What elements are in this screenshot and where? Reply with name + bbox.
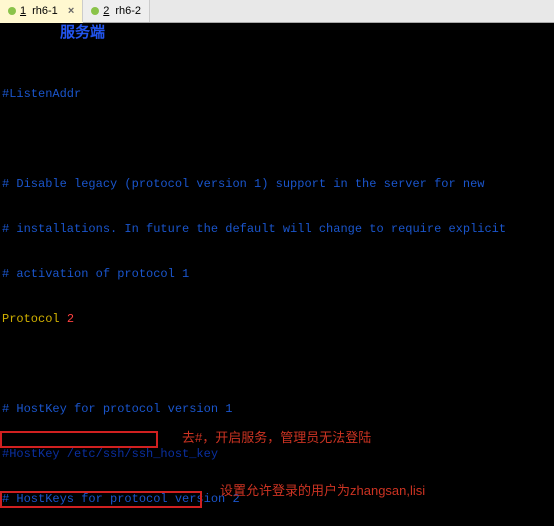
config-comment: # HostKey for protocol version 1 (2, 402, 232, 416)
config-comment: # activation of protocol 1 (2, 267, 189, 281)
tab-rh6-1[interactable]: 1 rh6-1 × (0, 0, 83, 23)
overlay-title: 服务端 (60, 25, 105, 40)
config-comment: #HostKey /etc/ssh/ssh_host_key (2, 447, 218, 461)
annotation-label-permitrootlogin: 去#，开启服务，管理员无法登陆 (182, 430, 371, 445)
tab-rh6-2[interactable]: 2 rh6-2 (83, 0, 150, 22)
tab-label: rh6-1 (32, 5, 58, 17)
config-comment: #ListenAddr (2, 87, 81, 101)
editor-window: 1 rh6-1 × 2 rh6-2 服务端 #ListenAddr # Disa… (0, 0, 554, 526)
config-comment: # installations. In future the default w… (2, 222, 506, 236)
tab-spacer (150, 0, 554, 22)
annotation-box-permitrootlogin (0, 431, 158, 448)
blank-line (2, 132, 552, 147)
tab-number: 1 (20, 5, 26, 17)
blank-line (2, 357, 552, 372)
status-dot-icon (91, 7, 99, 15)
config-directive-protocol: Protocol 2 (2, 312, 552, 327)
close-icon[interactable]: × (68, 5, 74, 17)
tab-label: rh6-2 (115, 5, 141, 17)
terminal-viewport[interactable]: 服务端 #ListenAddr # Disable legacy (protoc… (0, 23, 554, 526)
status-dot-icon (8, 7, 16, 15)
tab-number: 2 (103, 5, 109, 17)
config-comment: # Disable legacy (protocol version 1) su… (2, 177, 484, 191)
tab-bar: 1 rh6-1 × 2 rh6-2 (0, 0, 554, 23)
annotation-label-allowusers: 设置允许登录的用户为zhangsan,lisi (220, 483, 425, 498)
config-comment: # HostKeys for protocol version 2 (2, 492, 240, 506)
